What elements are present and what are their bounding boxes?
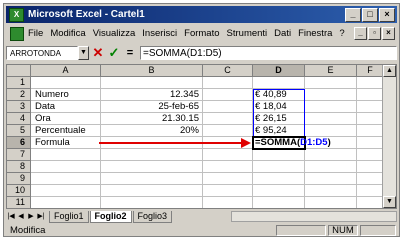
tab-foglio1[interactable]: Foglio1 [49, 210, 89, 223]
cancel-icon[interactable]: ✕ [91, 46, 105, 60]
formula-input[interactable]: =SOMMA(D1:D5) [140, 46, 397, 60]
title-bar: X Microsoft Excel - Cartel1 _ □ × [6, 6, 397, 23]
edit-formula-equals-icon[interactable]: = [123, 46, 137, 60]
status-mode: Modifica [10, 224, 46, 236]
menu-formato[interactable]: Formato [184, 28, 219, 39]
red-arrow-annotation [99, 138, 251, 148]
formula-bar: ARROTONDA ▼ ✕ ✓ = =SOMMA(D1:D5) [6, 44, 397, 62]
next-sheet-arrow-icon[interactable]: ▶ [26, 211, 36, 222]
doc-close-button[interactable]: × [382, 27, 395, 40]
menu-finestra[interactable]: Finestra [298, 28, 332, 39]
prev-sheet-arrow-icon[interactable]: ◀ [16, 211, 26, 222]
last-sheet-arrow-icon[interactable]: ▶| [36, 211, 46, 222]
close-button[interactable]: × [379, 8, 395, 22]
minimize-button[interactable]: _ [345, 8, 361, 22]
menu-help[interactable]: ? [339, 28, 344, 39]
menu-strumenti[interactable]: Strumenti [227, 28, 268, 39]
menu-bar: File Modifica Visualizza Inserisci Forma… [6, 25, 397, 42]
doc-minimize-button[interactable]: _ [354, 27, 367, 40]
doc-restore-button[interactable]: ▫ [368, 27, 381, 40]
tab-foglio3[interactable]: Foglio3 [132, 210, 173, 223]
tab-foglio2[interactable]: Foglio2 [89, 210, 132, 223]
menu-inserisci[interactable]: Inserisci [142, 28, 177, 39]
sheet-tab-bar: |◀ ◀ ▶ ▶| Foglio1 Foglio2 Foglio3 [6, 210, 397, 223]
status-num-indicator: NUM [328, 224, 358, 236]
menu-visualizza[interactable]: Visualizza [93, 28, 136, 39]
status-panel [360, 224, 396, 236]
window-title: Microsoft Excel - Cartel1 [28, 9, 145, 20]
menu-file[interactable]: File [28, 28, 43, 39]
name-box[interactable]: ARROTONDA [6, 46, 78, 60]
status-panel [276, 224, 326, 236]
menu-modifica[interactable]: Modifica [50, 28, 85, 39]
scroll-up-arrow-icon[interactable]: ▲ [383, 65, 396, 77]
status-bar: Modifica NUM [6, 224, 397, 236]
excel-app-icon[interactable]: X [9, 7, 24, 22]
maximize-button[interactable]: □ [362, 8, 378, 22]
excel-window: X Microsoft Excel - Cartel1 _ □ × File M… [3, 3, 400, 237]
menu-dati[interactable]: Dati [274, 28, 291, 39]
workbook-icon[interactable] [10, 26, 24, 41]
confirm-check-icon[interactable]: ✓ [107, 46, 121, 60]
vertical-scrollbar[interactable]: ▲ ▼ [382, 65, 396, 208]
name-box-dropdown-icon[interactable]: ▼ [78, 46, 89, 60]
first-sheet-arrow-icon[interactable]: |◀ [6, 211, 16, 222]
worksheet-grid[interactable]: A B C D E F 1 2 3 4 5 6 7 8 9 10 11 Nume… [6, 64, 397, 209]
scroll-down-arrow-icon[interactable]: ▼ [383, 196, 396, 208]
horizontal-scrollbar[interactable] [231, 211, 397, 222]
